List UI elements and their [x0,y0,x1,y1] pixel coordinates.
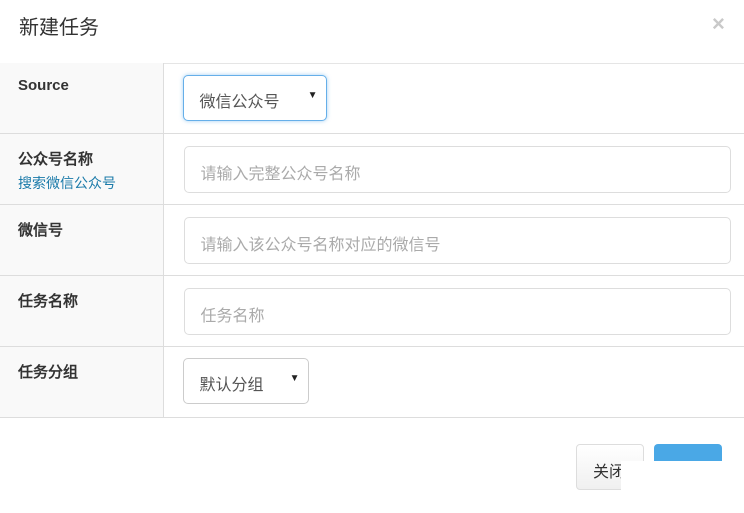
form-row-task-name: 任务名称 任务名称 [0,275,744,347]
wechat-id-input[interactable]: 请输入该公众号名称对应的微信号 [183,217,731,264]
task-name-label: 任务名称 [0,275,164,347]
modal-title: 新建任务 [19,17,99,39]
task-group-label: 任务分组 [0,346,164,418]
account-name-label-cell: 公众号名称 搜索微信公众号 [0,133,164,205]
wechat-id-label: 微信号 [0,204,164,276]
chevron-down-icon: ▼ [307,90,318,101]
search-account-link[interactable]: 搜索微信公众号 [18,173,163,193]
form-row-account-name: 公众号名称 搜索微信公众号 请输入完整公众号名称 [0,133,744,205]
source-select-value: 微信公众号 [199,94,280,111]
source-label: Source [0,63,164,134]
source-select[interactable]: 微信公众号 ▼ [182,75,327,121]
task-group-select[interactable]: 默认分组 ▼ [182,358,309,404]
form-row-task-group: 任务分组 默认分组 ▼ [0,346,744,418]
task-name-input[interactable]: 任务名称 [183,288,731,335]
form-row-wechat-id: 微信号 请输入该公众号名称对应的微信号 [0,204,744,276]
account-name-input[interactable]: 请输入完整公众号名称 [183,146,731,193]
chevron-down-icon: ▼ [289,373,300,384]
task-group-select-value: 默认分组 [199,377,264,394]
form-row-source: Source 微信公众号 ▼ [0,63,744,134]
occluding-overlay [621,461,744,513]
task-form: Source 微信公众号 ▼ 公众号名称 搜索微信公众号 请输入完整公众号名称 … [0,63,744,418]
account-name-label: 公众号名称 [18,151,94,168]
modal-header: 新建任务 × [0,0,744,64]
close-icon[interactable]: × [712,12,725,36]
